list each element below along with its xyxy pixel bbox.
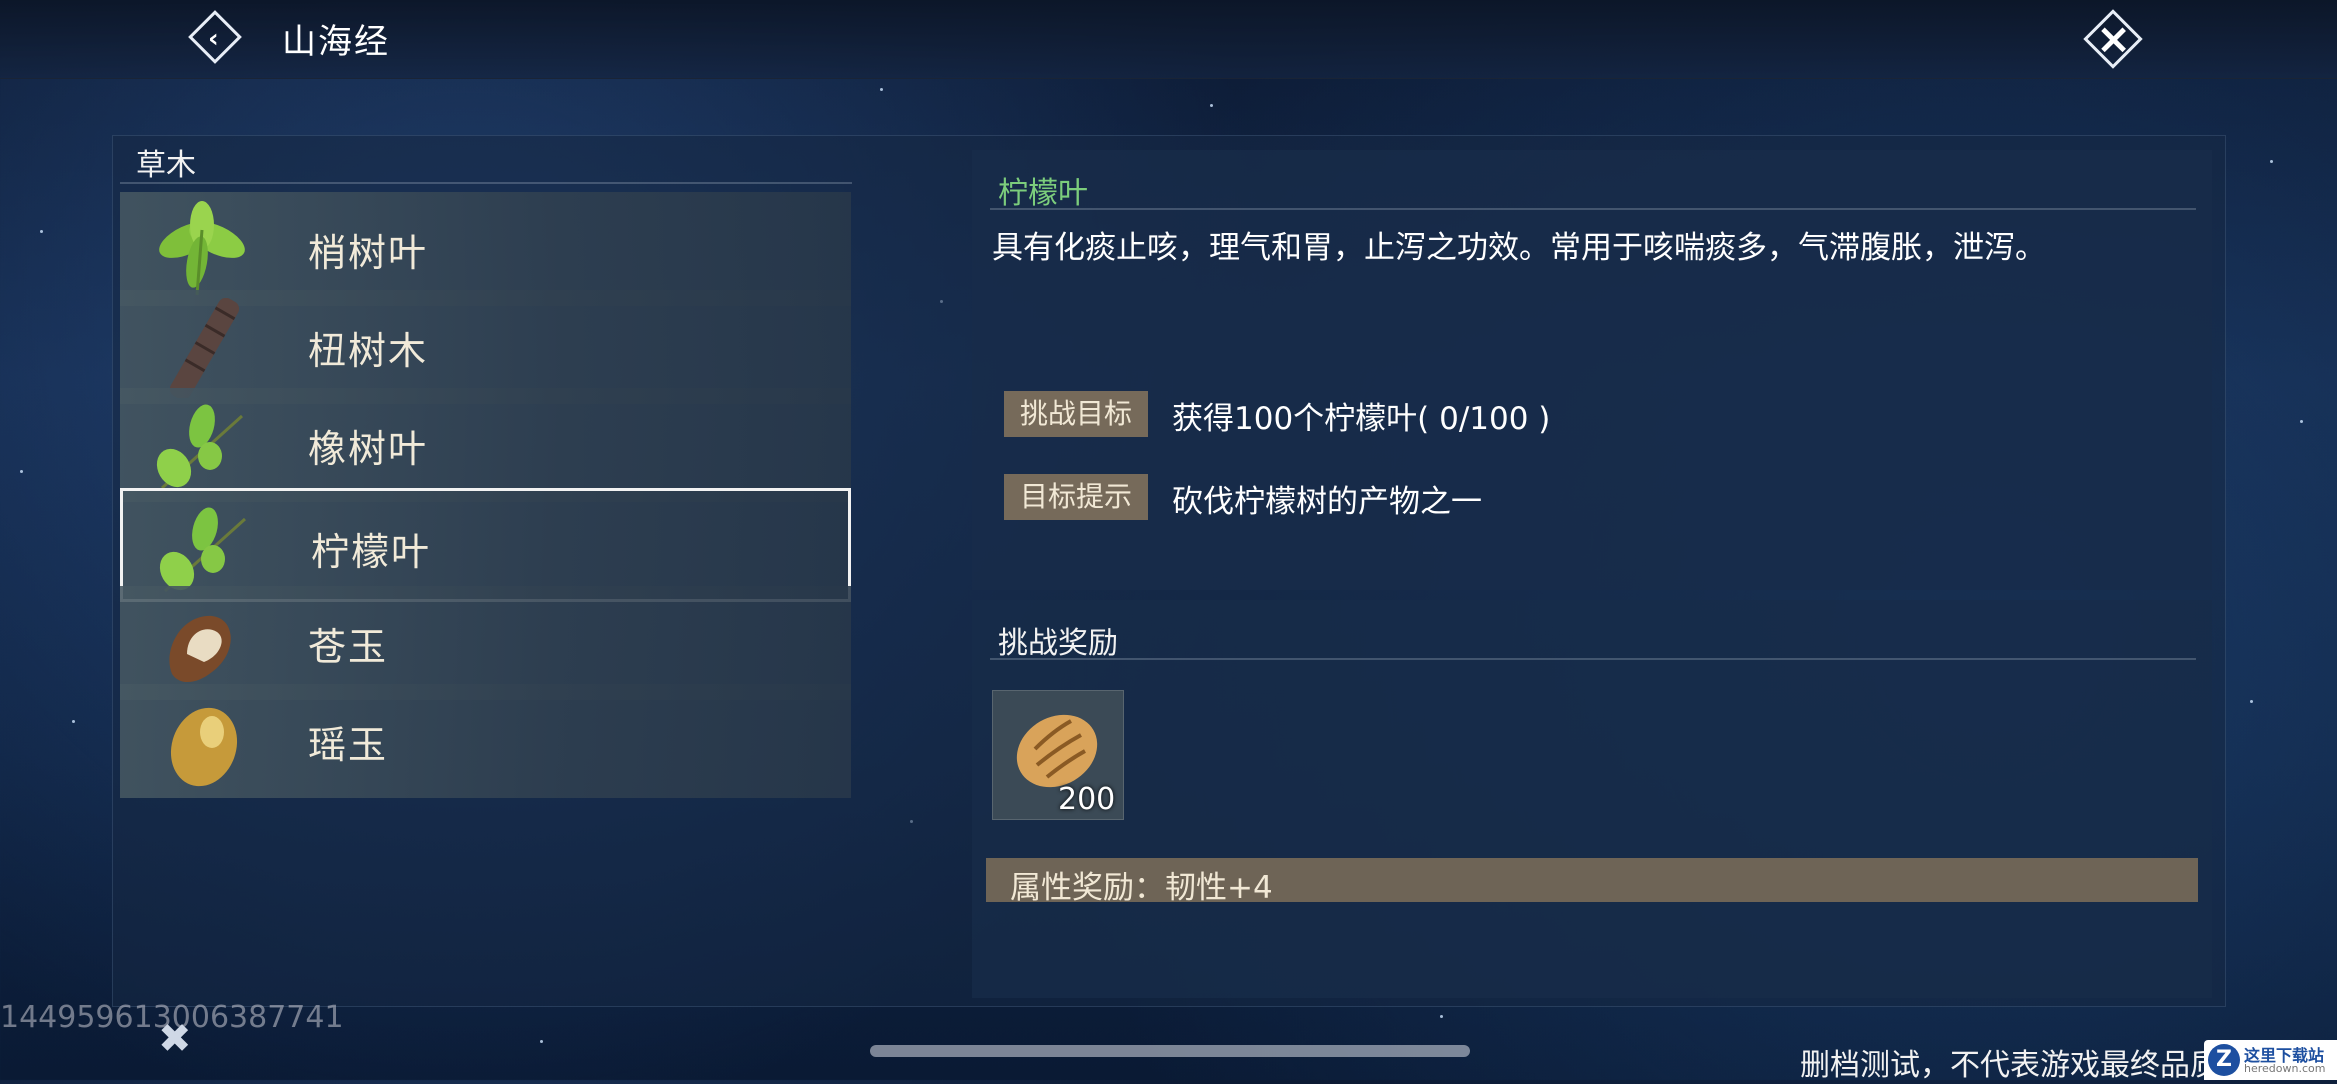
page-title: 山海经 — [282, 22, 390, 62]
close-icon: × — [2096, 14, 2132, 63]
wood-log-icon — [169, 298, 240, 398]
list-item-ningmeng-leaf[interactable]: 柠檬叶 — [120, 488, 851, 602]
jade-stone-icon — [169, 615, 231, 683]
gold-stone-icon — [170, 707, 238, 787]
list-item-niushu-wood[interactable]: 杻树木 — [120, 290, 851, 404]
reward-count: 200 — [1058, 782, 1116, 817]
list-item-yaoyu[interactable]: 瑶玉 — [120, 684, 851, 798]
detail-panel — [972, 150, 2212, 590]
detail-divider — [990, 208, 2196, 210]
hint-tag: 目标提示 — [1004, 474, 1148, 520]
item-name: 梢树叶 — [308, 231, 429, 275]
home-indicator[interactable] — [870, 1045, 1470, 1057]
top-bar: ‹ 山海经 × — [0, 0, 2337, 79]
goal-value: 获得100个柠檬叶( 0/100 ) — [1172, 401, 1551, 437]
close-button[interactable]: × — [2082, 8, 2146, 72]
bottom-close-icon[interactable]: ✖ — [158, 1016, 192, 1062]
list-item-xiangshu-leaf[interactable]: 橡树叶 — [120, 388, 851, 502]
detail-item-name: 柠檬叶 — [998, 176, 1088, 211]
item-name: 柠檬叶 — [311, 530, 432, 574]
reward-divider — [990, 658, 2196, 660]
item-list[interactable]: 梢树叶 杻树木 橡树叶 柠檬叶 苍玉 瑶玉 — [120, 190, 855, 990]
list-item-shaoshu-leaf[interactable]: 梢树叶 — [120, 192, 851, 306]
watermark: Z 这里下载站 heredown.com — [2204, 1040, 2337, 1080]
reward-title: 挑战奖励 — [998, 626, 1118, 661]
watermark-url: heredown.com — [2244, 1062, 2326, 1075]
watermark-logo-icon: Z — [2208, 1044, 2240, 1076]
category-label: 草木 — [136, 148, 196, 183]
item-name: 杻树木 — [308, 329, 429, 373]
item-name: 橡树叶 — [308, 427, 429, 471]
goal-tag: 挑战目标 — [1004, 391, 1148, 437]
back-button[interactable]: ‹ — [188, 10, 244, 66]
leaf-sprig-icon — [156, 404, 244, 490]
attribute-reward: 属性奖励：韧性+4 — [1010, 870, 1273, 906]
item-name: 苍玉 — [308, 625, 389, 669]
item-description: 具有化痰止咳，理气和胃，止泻之功效。常用于咳喘痰多，气滞腹胀，泄泻。 — [992, 230, 2046, 266]
leaf-sprig-icon — [159, 507, 247, 593]
basil-leaf-icon — [159, 201, 245, 296]
hint-value: 砍伐柠檬树的产物之一 — [1172, 484, 1482, 520]
category-divider — [120, 182, 852, 184]
list-item-cangyu[interactable]: 苍玉 — [120, 586, 851, 700]
disclaimer-text: 删档测试，不代表游戏最终品质 — [1800, 1048, 2220, 1083]
chevron-left-icon: ‹ — [208, 24, 219, 54]
item-name: 瑶玉 — [308, 723, 389, 767]
